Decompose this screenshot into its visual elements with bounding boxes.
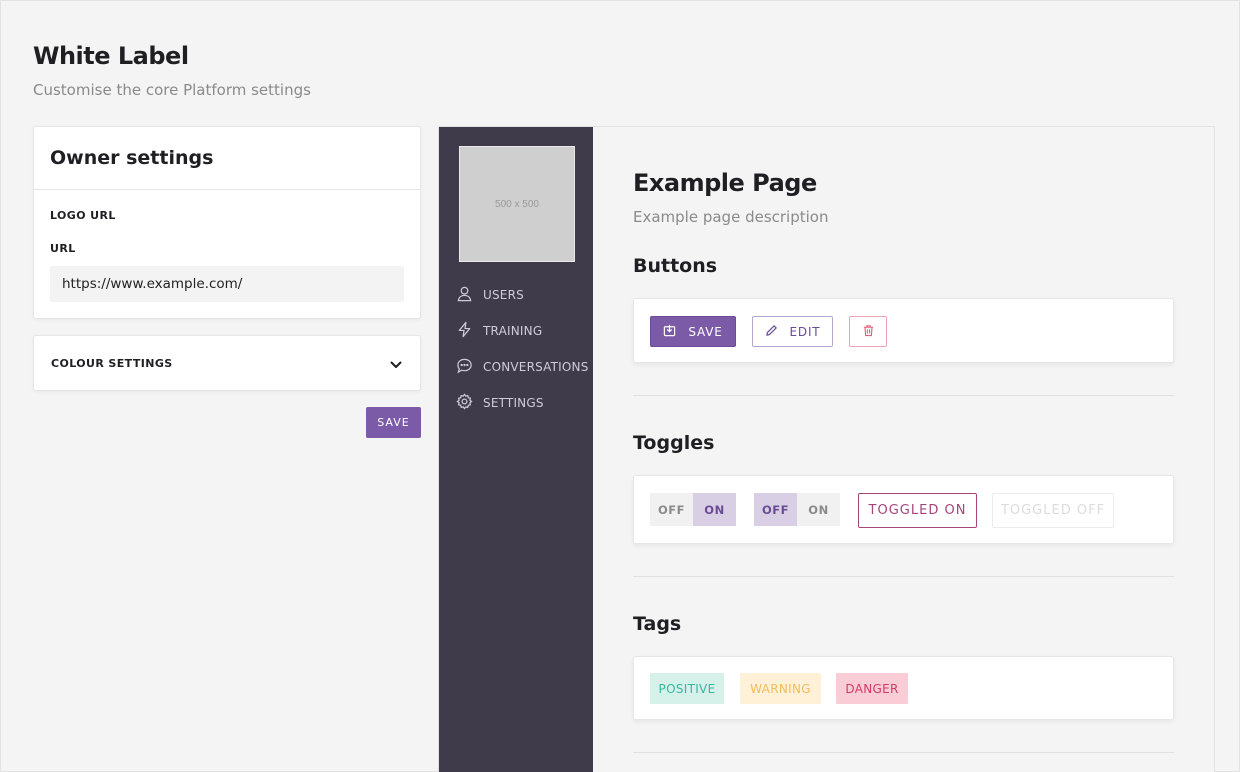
users-icon (456, 285, 473, 305)
example-save-label: SAVE (688, 324, 723, 339)
url-label: URL (50, 242, 76, 255)
tags-panel: POSITIVE WARNING DANGER (633, 656, 1174, 720)
nav-item-settings[interactable]: SETTINGS (456, 393, 544, 413)
example-save-button[interactable]: SAVE (650, 316, 736, 347)
nav-item-label: CONVERSATIONS (483, 360, 589, 374)
page-subtitle: Customise the core Platform settings (33, 81, 311, 99)
toggle-group-2: OFF ON (754, 493, 840, 526)
logo-placeholder: 500 x 500 (459, 146, 575, 262)
owner-settings-card: Owner settings LOGO URL URL (33, 126, 421, 319)
url-input[interactable] (50, 266, 404, 302)
save-icon (663, 324, 676, 340)
section-divider (633, 395, 1174, 396)
page-title: White Label (33, 42, 189, 70)
nav-item-users[interactable]: USERS (456, 285, 524, 305)
example-delete-button[interactable] (849, 316, 887, 347)
section-divider (633, 576, 1174, 577)
section-divider (633, 752, 1174, 753)
chat-icon (456, 357, 473, 377)
buttons-panel: SAVE EDIT (633, 298, 1174, 363)
nav-item-label: TRAINING (483, 324, 543, 338)
example-page-title: Example Page (633, 169, 817, 197)
preview-main: Example Page Example page description Bu… (593, 127, 1214, 772)
toggled-on-button[interactable]: TOGGLED ON (858, 493, 977, 528)
toggle-off-option[interactable]: OFF (650, 493, 693, 526)
toggles-section-title: Toggles (633, 432, 715, 454)
toggle-on-option[interactable]: ON (797, 493, 840, 526)
save-button[interactable]: SAVE (366, 407, 421, 438)
example-edit-label: EDIT (789, 324, 821, 339)
logo-url-label: LOGO URL (50, 209, 116, 222)
nav-item-conversations[interactable]: CONVERSATIONS (456, 357, 589, 377)
example-edit-button[interactable]: EDIT (752, 316, 833, 347)
gear-icon (456, 393, 473, 413)
toggle-off-option[interactable]: OFF (754, 493, 797, 526)
owner-settings-title: Owner settings (34, 127, 420, 190)
nav-item-label: USERS (483, 288, 524, 302)
lightning-icon (456, 321, 473, 341)
tags-section-title: Tags (633, 613, 682, 635)
colour-settings-label: COLOUR SETTINGS (51, 356, 173, 370)
nav-item-training[interactable]: TRAINING (456, 321, 542, 341)
toggles-panel: OFF ON OFF ON TOGGLED ON TOGGLED OFF (633, 475, 1174, 544)
example-page-description: Example page description (633, 208, 829, 226)
warning-tag: WARNING (740, 673, 821, 704)
toggle-on-option[interactable]: ON (693, 493, 736, 526)
toggle-group-1: OFF ON (650, 493, 736, 526)
buttons-section-title: Buttons (633, 255, 718, 277)
chevron-down-icon (390, 354, 402, 373)
nav-item-label: SETTINGS (483, 396, 544, 410)
toggled-off-button[interactable]: TOGGLED OFF (992, 493, 1114, 528)
positive-tag: POSITIVE (650, 673, 724, 704)
preview-sidebar: 500 x 500 USERS TRAINING CONVERSATIONS S… (439, 127, 593, 772)
trash-icon (862, 324, 875, 340)
danger-tag: DANGER (836, 673, 908, 704)
pencil-icon (765, 324, 778, 340)
preview-frame: 500 x 500 USERS TRAINING CONVERSATIONS S… (438, 126, 1215, 772)
colour-settings-accordion[interactable]: COLOUR SETTINGS (33, 335, 421, 391)
